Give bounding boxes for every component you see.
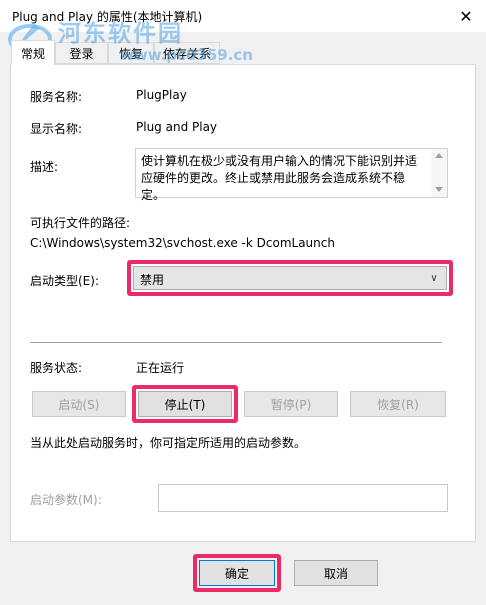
startup-type-highlight [127, 260, 453, 296]
path-label: 可执行文件的路径: [30, 216, 131, 230]
service-status-value: 正在运行 [136, 361, 185, 375]
description-box[interactable]: 使计算机在极少或没有用户输入的情况下能识别并适应硬件的更改。终止或禁用此服务会造… [135, 148, 448, 202]
startup-type-label: 启动类型(E): [30, 274, 99, 288]
description-label: 描述: [30, 160, 59, 174]
separator [30, 342, 442, 343]
start-params-label: 启动参数(M): [30, 493, 102, 507]
close-button[interactable]: ✕ [446, 0, 486, 32]
scroll-up-icon[interactable] [435, 153, 443, 158]
path-value: C:\Windows\system32\svchost.exe -k DcomL… [30, 236, 335, 250]
service-name-label: 服务名称: [30, 90, 83, 104]
display-name-value: Plug and Play [136, 120, 218, 134]
resume-button[interactable]: 恢复(R) [350, 391, 446, 417]
watermark-url: www.pc0359.cn [120, 46, 253, 64]
start-params-input[interactable] [158, 484, 448, 512]
service-name-value: PlugPlay [136, 88, 187, 102]
stop-button-highlight [132, 385, 238, 423]
scroll-down-icon[interactable] [435, 187, 443, 192]
pause-button[interactable]: 暂停(P) [244, 391, 338, 417]
service-status-label: 服务状态: [30, 361, 83, 375]
display-name-label: 显示名称: [30, 122, 83, 136]
tab-general[interactable]: 常规 [11, 40, 55, 65]
description-text: 使计算机在极少或没有用户输入的情况下能识别并适应硬件的更改。终止或禁用此服务会造… [141, 154, 418, 202]
ok-button-highlight [193, 554, 281, 592]
watermark-text: 河东软件园 [58, 21, 183, 47]
close-icon: ✕ [459, 6, 473, 26]
start-button[interactable]: 启动(S) [32, 391, 126, 417]
description-scrollbar[interactable] [431, 149, 447, 197]
params-hint: 当从此处启动服务时，你可指定所适用的启动参数。 [30, 436, 307, 450]
cancel-button[interactable]: 取消 [294, 560, 378, 586]
